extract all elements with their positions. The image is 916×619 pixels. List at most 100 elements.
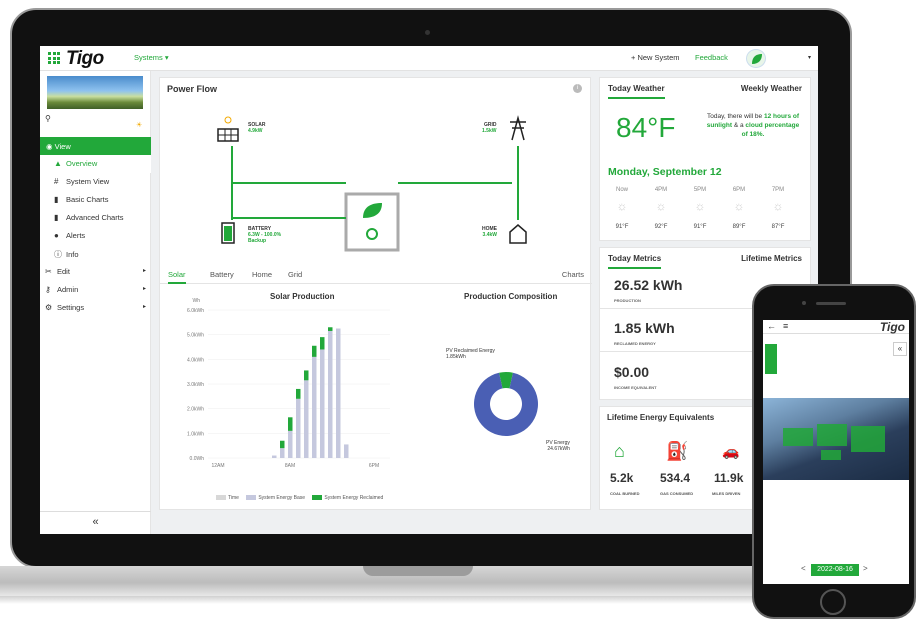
hamburger-menu-icon[interactable]: ≡ <box>783 321 788 331</box>
sidebar-item-basic-charts[interactable]: ▮ Basic Charts <box>40 191 151 209</box>
laptop-camera <box>425 30 430 35</box>
gas-pump-icon: ⛽ <box>666 441 689 461</box>
y-tick-label: 1.0kWh <box>187 431 204 437</box>
prev-date-button[interactable]: < <box>801 564 806 573</box>
bar-base[interactable] <box>312 356 317 458</box>
solar-flow-label: SOLAR 4.9kW <box>248 122 266 134</box>
tab-home[interactable]: Home <box>252 270 272 279</box>
power-flow-card: Power Flow i SOLAR 4.9kW GRID 1.5kW BATT… <box>159 77 592 510</box>
back-arrow-icon[interactable]: ← <box>767 321 776 331</box>
sun-icon: ☼ <box>655 199 667 213</box>
phone-home-button[interactable] <box>820 589 846 615</box>
bar-base[interactable] <box>320 349 325 458</box>
inverter-box <box>344 192 400 252</box>
bar-base[interactable] <box>296 398 301 458</box>
phone-screen: ← ≡ Tigo « < 2022-08-16 > <box>763 320 909 584</box>
phone-device: ← ≡ Tigo « < 2022-08-16 > <box>752 284 916 619</box>
system-photo[interactable] <box>763 398 909 480</box>
bar-base[interactable] <box>272 455 277 458</box>
legend-swatch-time <box>216 495 226 501</box>
bar-reclaimed[interactable] <box>320 337 325 350</box>
battery-mode: Backup <box>248 238 267 244</box>
current-temperature: 84°F <box>616 112 676 143</box>
sidebar-item-view[interactable]: ◉ View <box>40 137 151 155</box>
energy-tabs: Solar Battery Home Grid Charts <box>160 268 592 284</box>
sidebar-item-label: Alerts <box>66 231 86 240</box>
bar-reclaimed[interactable] <box>328 327 333 331</box>
tigo-logo[interactable]: Tigo <box>66 48 104 70</box>
phone-camera <box>802 301 806 305</box>
solar-panel-icon <box>217 116 239 142</box>
legend-reclaimed[interactable]: System Energy Reclaimed <box>324 495 383 501</box>
sidebar-item-admin[interactable]: ⚷ Admin ▸ <box>40 281 151 299</box>
next-date-button[interactable]: > <box>863 564 868 573</box>
laptop-notch <box>363 566 473 576</box>
system-thumbnail[interactable] <box>47 76 143 109</box>
sidebar-collapse-button[interactable]: « <box>40 511 151 534</box>
bar-reclaimed[interactable] <box>288 417 293 431</box>
y-tick-label: 3.0kWh <box>187 382 204 388</box>
y-tick-label: 0.0Wh <box>190 456 205 462</box>
tab-weekly-weather[interactable]: Weekly Weather <box>741 84 802 93</box>
legend-time[interactable]: Time <box>228 495 239 501</box>
sidebar-item-label: Settings <box>57 303 85 312</box>
chevron-right-icon: ▸ <box>142 268 146 274</box>
bar-reclaimed[interactable] <box>280 440 285 449</box>
chart-legend: Time System Energy Base System Energy Re… <box>210 495 383 501</box>
apps-grid-icon[interactable] <box>48 52 60 64</box>
sidebar-item-overview[interactable]: ▲ Overview <box>40 155 151 173</box>
sidebar-item-advanced-charts[interactable]: ▮ Advanced Charts <box>40 209 151 227</box>
hour-temperature: 91°F <box>693 224 707 230</box>
new-system-button[interactable]: + New System <box>631 53 680 62</box>
sidebar-item-info[interactable]: ⓘ Info <box>40 245 151 263</box>
sidebar-item-system-view[interactable]: # System View <box>40 173 151 191</box>
home-icon <box>509 224 527 244</box>
bar-reclaimed[interactable] <box>312 345 317 357</box>
panel-layout-overlay <box>783 424 885 460</box>
hour-temperature: 91°F <box>615 224 629 230</box>
pie-label-reclaimed: PV Reclaimed Energy 1.85kWh <box>446 348 495 360</box>
tab-today-metrics[interactable]: Today Metrics <box>608 254 662 269</box>
tab-lifetime-metrics[interactable]: Lifetime Metrics <box>741 254 802 263</box>
grid-flow-label: GRID 1.5kW <box>482 122 496 134</box>
user-avatar[interactable] <box>746 49 766 68</box>
weather-desc-pre: Today, there will be <box>706 113 763 120</box>
bar-base[interactable] <box>288 430 293 458</box>
home-value: 3.4kW <box>482 232 497 238</box>
tab-solar[interactable]: Solar <box>168 270 186 284</box>
legend-base[interactable]: System Energy Base <box>258 495 305 501</box>
sidebar-item-settings[interactable]: ⚙ Settings ▸ <box>40 299 151 317</box>
sidebar-item-edit[interactable]: ✂ Edit ▸ <box>40 263 151 281</box>
bar-base[interactable] <box>328 330 333 458</box>
bar-base[interactable] <box>336 328 341 459</box>
y-tick-label: 2.0kWh <box>187 407 204 413</box>
coal-value: 5.2k <box>610 471 634 485</box>
bar-base[interactable] <box>344 444 349 458</box>
bar-reclaimed[interactable] <box>296 388 301 399</box>
tab-grid[interactable]: Grid <box>288 270 302 279</box>
charts-link[interactable]: Charts <box>562 270 584 279</box>
date-picker[interactable]: 2022-08-16 <box>811 564 859 576</box>
sidebar-item-label: Basic Charts <box>66 195 109 204</box>
tab-today-weather[interactable]: Today Weather <box>608 84 665 99</box>
y-tick-label: 6.0kWh <box>187 308 204 314</box>
production-label: PRODUCTION <box>614 298 641 303</box>
hour-temperature: 89°F <box>732 224 746 230</box>
sidebar-item-alerts[interactable]: ● Alerts <box>40 227 151 245</box>
bar-base[interactable] <box>280 448 285 458</box>
weather-description: Today, there will be 12 hours of sunligh… <box>704 112 802 139</box>
bar-reclaimed[interactable] <box>304 370 309 381</box>
phone-collapse-button[interactable]: « <box>893 342 907 356</box>
bar-base[interactable] <box>304 380 309 458</box>
income-value: $0.00 <box>614 364 650 380</box>
info-icon: ⓘ <box>54 250 62 259</box>
phone-tigo-logo[interactable]: Tigo <box>880 320 905 334</box>
sidebar-item-label: Advanced Charts <box>66 213 124 222</box>
gear-icon: ⚙ <box>45 303 53 312</box>
systems-menu[interactable]: Systems ▾ <box>134 53 169 62</box>
phone-side-tab[interactable] <box>765 344 777 374</box>
feedback-link[interactable]: Feedback <box>695 53 728 62</box>
tab-battery[interactable]: Battery <box>210 270 234 279</box>
user-menu-caret[interactable]: ▾ <box>808 54 811 61</box>
pie-label-pv: PV Energy 24.67kWh <box>546 440 570 452</box>
